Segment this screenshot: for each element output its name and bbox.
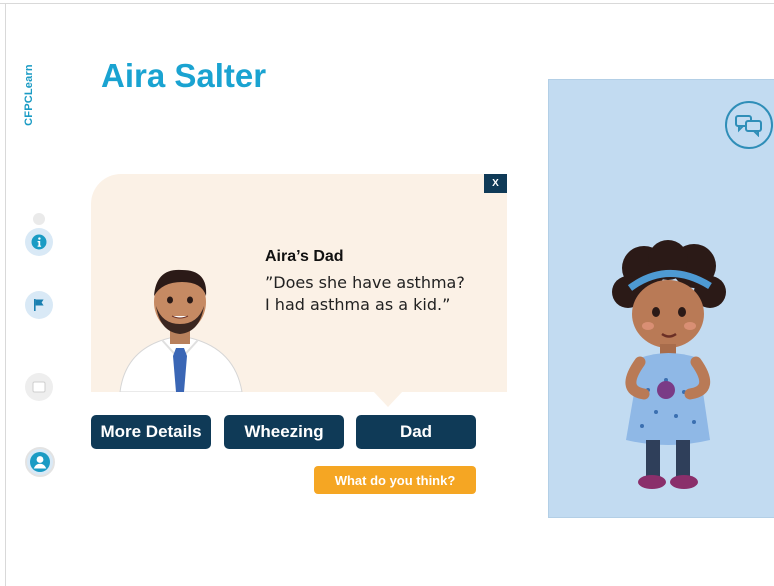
book-icon [32, 381, 46, 393]
sidebar-item-info[interactable] [25, 228, 53, 256]
page-title: Aira Salter [101, 57, 267, 94]
sidebar-item-flag[interactable] [25, 291, 53, 319]
frame-top-border [0, 3, 774, 4]
person-icon [30, 452, 50, 472]
speech-bubble-tail [373, 391, 403, 407]
speaker-name: Aira’s Dad [265, 248, 344, 265]
flag-icon [34, 299, 44, 311]
small-info-dot [33, 213, 45, 225]
quote-line-1: ”Does she have asthma? [265, 273, 465, 292]
wheezing-button[interactable]: Wheezing [224, 415, 344, 449]
close-button[interactable]: X [484, 174, 507, 193]
info-icon [31, 234, 47, 250]
sidebar-item-profile[interactable] [25, 447, 55, 477]
cfpclearn-logo: CFPCLearn [17, 52, 41, 138]
chat-glyph [735, 115, 762, 137]
more-details-button[interactable]: More Details [91, 415, 211, 449]
chat-bubbles-icon[interactable] [725, 101, 773, 149]
quote-line-2: I had asthma as a kid.” [265, 295, 451, 314]
dad-character-illustration [119, 269, 243, 392]
frame-left-border [5, 3, 6, 586]
logo-text: CFPCLearn [23, 64, 35, 126]
speech-quote: ”Does she have asthma? I had asthma as a… [265, 272, 495, 316]
child-character-illustration [612, 240, 726, 489]
dad-button[interactable]: Dad [356, 415, 476, 449]
what-do-you-think-button[interactable]: What do you think? [314, 466, 476, 494]
sidebar-item-notebook[interactable] [25, 373, 53, 401]
